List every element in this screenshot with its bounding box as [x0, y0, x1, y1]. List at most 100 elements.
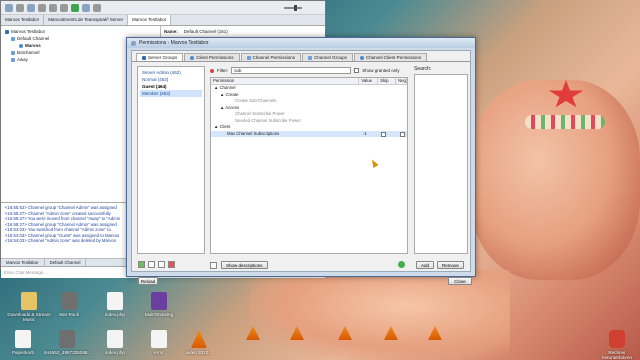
desktop-icon-label: index.php [105, 350, 125, 355]
group-item[interactable]: Server Admin (462) [140, 69, 202, 76]
description-icon[interactable] [210, 261, 217, 269]
connect-icon[interactable] [5, 3, 13, 12]
dialog-title: Permissions - Marvos Testlabor [139, 40, 209, 46]
tab-label: Channel Client Permissions [365, 55, 422, 60]
user-icon[interactable] [82, 3, 90, 12]
copy-group-icon[interactable] [158, 261, 165, 268]
group-item-selected[interactable]: Member (653) [140, 90, 202, 97]
show-descriptions-dropdown[interactable]: Show descriptions [221, 261, 268, 269]
tab-label: Client Permissions [196, 55, 234, 60]
desktop-icon-label: video 2012... [185, 350, 213, 355]
help-icon[interactable] [398, 261, 405, 268]
group-item[interactable]: Guest (464) [140, 83, 202, 90]
row-label: Access [225, 104, 240, 110]
column-permission[interactable]: Permission [211, 78, 360, 84]
add-remove: Add Remove [416, 261, 464, 269]
table-row-selected[interactable]: Max Channel Subscriptions -1 [211, 130, 407, 137]
server-tab-active[interactable]: Marvos Testlabor [128, 15, 172, 25]
file-icon [151, 330, 167, 348]
table-header: Permission Value Skip Neg [211, 78, 407, 85]
tree-label: Marvos Testlabor [11, 29, 46, 34]
desktop-icon[interactable]: index.php [92, 330, 138, 355]
description-row: Show descriptions [210, 261, 268, 269]
desktop-icon[interactable]: 644652_4867335288... [44, 330, 91, 355]
row-label: Max Channel Subscriptions [227, 130, 280, 136]
desktop-icon[interactable]: War Rock [46, 292, 92, 317]
search-column: Search: [414, 66, 470, 254]
game-icon [61, 292, 77, 310]
away-icon[interactable] [38, 3, 46, 12]
row-label: Client [219, 124, 231, 129]
filter-input[interactable]: sub [231, 67, 352, 74]
upload-icon[interactable] [71, 3, 79, 12]
vlc-icon [191, 330, 207, 348]
desktop-icon[interactable]: video 2012... [176, 330, 222, 355]
chat-tab[interactable]: Default Channel [45, 259, 87, 266]
close-button[interactable]: Close [448, 277, 472, 285]
column-negate[interactable]: Neg [396, 78, 407, 84]
row-label: Needed Channel Subscribe Power [235, 117, 301, 123]
add-group-icon[interactable] [138, 261, 145, 268]
desktop-icon[interactable]: Papierkorb [0, 330, 46, 355]
tree-label: Marvos [25, 43, 41, 48]
dialog-titlebar[interactable]: Permissions - Marvos Testlabor [127, 38, 475, 48]
bookmark-icon[interactable] [27, 3, 35, 12]
wallpaper-bracelet [525, 115, 605, 129]
row-label: Channel [219, 85, 236, 90]
desktop-icon-label: Downloads & Stream Music [7, 312, 51, 322]
tab-label: Server Groups [148, 55, 178, 60]
tab-label: Channel Permissions [252, 55, 296, 60]
skip-checkbox[interactable] [381, 131, 386, 137]
power-icon [609, 330, 625, 348]
reload-button[interactable]: Reload [138, 277, 158, 285]
remove-button[interactable]: Remove [437, 261, 464, 269]
channel-icon [11, 57, 15, 62]
row-label: Channel Subscribe Power [235, 111, 285, 116]
channel-icon [11, 50, 15, 55]
volume-slider[interactable] [284, 4, 302, 11]
permissions-icon[interactable] [93, 3, 101, 12]
info-key: Name: [164, 29, 178, 34]
channel-groups-icon [308, 55, 313, 60]
tree-label: Away [17, 57, 28, 62]
column-value[interactable]: Value [359, 78, 379, 84]
column-skip[interactable]: Skip [378, 78, 396, 84]
desktop-icon[interactable]: MultiTexturing [136, 292, 182, 317]
client-icon [190, 55, 195, 60]
info-value: Default Channel (161) [183, 29, 228, 34]
group-item[interactable]: Normal (463) [140, 76, 202, 83]
show-granted-checkbox[interactable] [354, 68, 360, 73]
tab-server-groups[interactable]: Server Groups [136, 53, 184, 61]
mute-mic-icon[interactable] [49, 3, 57, 12]
delete-group-icon[interactable] [168, 261, 175, 268]
desktop-icon-label: error [154, 350, 164, 355]
server-groups-icon [142, 55, 146, 60]
tab-channel-permissions[interactable]: Channel Permissions [240, 53, 302, 61]
server-tab[interactable]: MarvosEvents.de Teamspeak³ Server [44, 15, 129, 25]
tab-channel-client-permissions[interactable]: Channel Client Permissions [353, 53, 428, 61]
row-label: Create Sub-Channels [235, 98, 277, 103]
show-granted-label: Show granted only [362, 68, 400, 73]
desktop-icon-label: Rechner herunterfahren [601, 350, 633, 360]
chat-tab[interactable]: Marvos Testlabor [1, 259, 45, 266]
tree-server[interactable]: Marvos Testlabor [5, 28, 156, 35]
permission-table: Permission Value Skip Neg ▲ Channel ▲ Cr… [210, 77, 408, 254]
add-button[interactable]: Add [416, 261, 435, 269]
tab-client-permissions[interactable]: Client Permissions [184, 53, 240, 61]
music-icon [151, 292, 167, 310]
row-value[interactable]: -1 [363, 131, 367, 136]
disconnect-icon[interactable] [16, 3, 24, 12]
row-label: Create [225, 91, 239, 97]
user-status-icon [19, 43, 23, 48]
server-tab[interactable]: Marvos Testlabor [1, 15, 45, 25]
filter-row: Filter: sub Show granted only [210, 66, 408, 75]
channel-icon [246, 55, 251, 60]
desktop-icon[interactable]: index.php [92, 292, 138, 317]
search-input[interactable] [414, 74, 468, 254]
tab-channel-groups[interactable]: Channel Groups [302, 53, 353, 61]
negate-checkbox[interactable] [400, 131, 405, 137]
mute-speaker-icon[interactable] [60, 3, 68, 12]
edit-group-icon[interactable] [148, 261, 155, 268]
ts-toolbar [1, 1, 325, 15]
desktop-icon[interactable]: Rechner herunterfahren [594, 330, 640, 360]
